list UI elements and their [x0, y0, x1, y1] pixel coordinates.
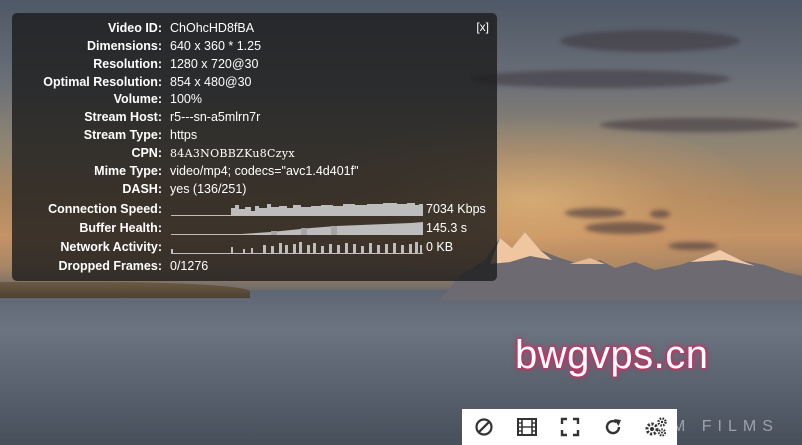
cloud — [560, 30, 740, 52]
stat-value: 145.3 s — [426, 221, 468, 235]
stat-label: Optimal Resolution: — [43, 75, 162, 89]
stat-value: r5---sn-a5mlrn7r — [170, 110, 261, 124]
stat-value: 84A3NOBBZKu8Czyx — [170, 147, 295, 160]
watermark-text: bwgvps.cn — [515, 333, 709, 377]
stat-label: Mime Type: — [94, 164, 162, 178]
stat-label: DASH: — [122, 182, 162, 196]
stat-label: Dropped Frames: — [58, 259, 163, 273]
stat-label: Connection Speed: — [48, 202, 162, 216]
film-icon — [516, 418, 537, 436]
connection-speed-graph — [171, 203, 423, 216]
stat-value: 0 KB — [426, 240, 454, 254]
stat-value: yes (136/251) — [170, 182, 247, 196]
stat-label: Stream Type: — [83, 128, 162, 142]
buffer-health-graph — [171, 222, 423, 235]
settings-button[interactable] — [642, 413, 670, 441]
stat-row-connection-speed: Connection Speed: 7034 Kbps — [12, 201, 497, 218]
stat-value: 100% — [170, 92, 202, 106]
stat-value: 1280 x 720@30 — [170, 57, 259, 71]
stat-row-network-activity: Network Activity: 0 KB — [12, 239, 497, 256]
cloud — [470, 70, 730, 88]
stat-label: Network Activity: — [60, 240, 162, 254]
stat-value: 854 x 480@30 — [170, 75, 252, 89]
cloud — [565, 208, 625, 218]
network-activity-graph — [171, 242, 423, 254]
stat-value: 640 x 360 * 1.25 — [170, 39, 262, 53]
stat-label: Dimensions: — [86, 39, 162, 53]
stats-for-nerds-panel: [x] Video ID: ChOhcHD8fBA Dimensions: 64… — [12, 13, 497, 281]
stat-label: Volume: — [113, 92, 162, 106]
stat-value: https — [170, 128, 198, 142]
block-icon — [474, 418, 493, 436]
stat-label: CPN: — [131, 146, 162, 160]
stat-label: Stream Host: — [84, 110, 162, 124]
stat-value: 7034 Kbps — [426, 202, 486, 216]
gears-icon — [645, 417, 667, 437]
fullscreen-button[interactable] — [556, 413, 584, 441]
film-button[interactable] — [513, 413, 541, 441]
stat-row-buffer-health: Buffer Health: 145.3 s — [12, 220, 497, 237]
refresh-button[interactable] — [599, 413, 627, 441]
control-bar — [462, 409, 677, 445]
cloud — [600, 118, 800, 132]
stat-label: Video ID: — [108, 21, 162, 35]
stat-value: 0/1276 — [170, 259, 209, 273]
cloud — [650, 210, 670, 218]
block-button[interactable] — [470, 413, 498, 441]
refresh-icon — [605, 419, 621, 435]
close-button[interactable]: [x] — [476, 20, 489, 34]
stat-value: ChOhcHD8fBA — [170, 21, 255, 35]
stat-value: video/mp4; codecs="avc1.4d401f" — [170, 164, 359, 178]
stat-label: Resolution: — [93, 57, 162, 71]
background-caption: M FILMS — [672, 418, 779, 435]
shoreline — [0, 282, 250, 298]
fullscreen-icon — [560, 417, 579, 437]
stat-label: Buffer Health: — [79, 221, 162, 235]
